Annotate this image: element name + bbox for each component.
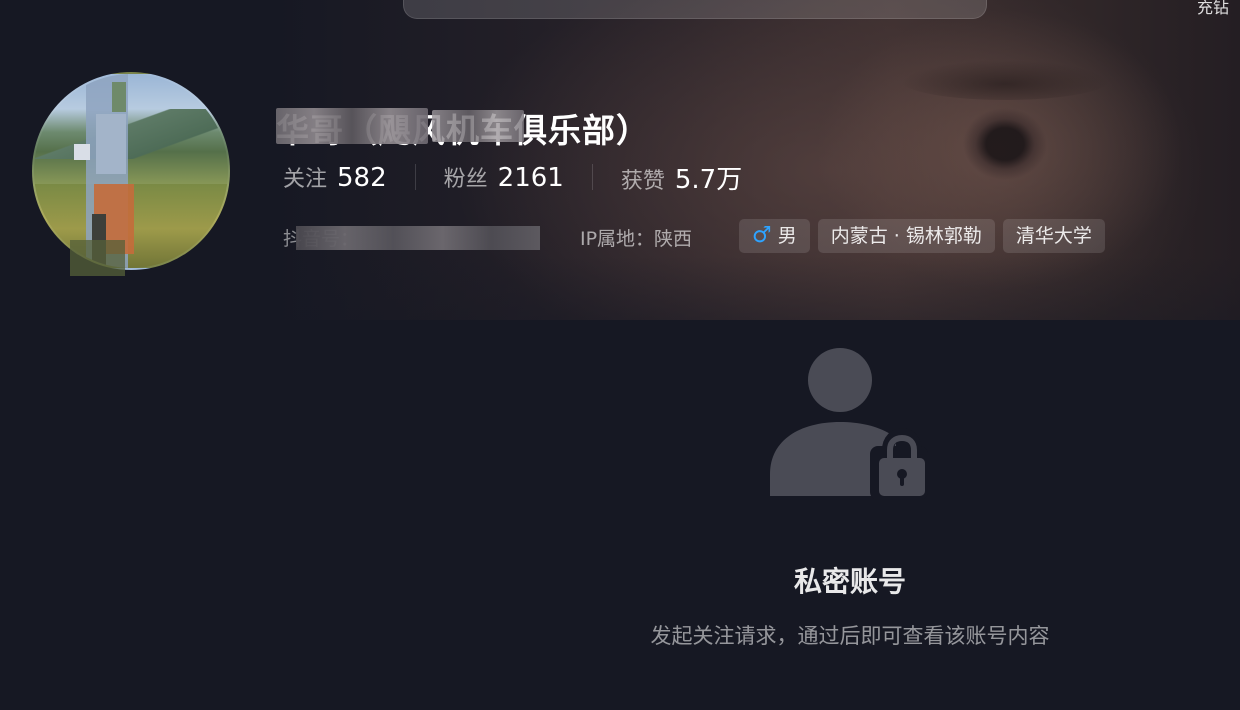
tag-location: 内蒙古 · 锡林郭勒	[817, 219, 995, 253]
private-account-title: 私密账号	[793, 565, 906, 598]
stat-value: 2161	[497, 163, 564, 193]
stat-label: 获赞	[620, 168, 665, 194]
recharge-link[interactable]: 充钻	[1197, 0, 1229, 18]
stat-label: 粉丝	[443, 167, 488, 192]
douyin-id-mosaic	[296, 226, 540, 250]
avatar-mosaic	[70, 240, 125, 276]
tag-school: 清华大学	[1002, 219, 1105, 253]
tag-label: 内蒙古 · 锡林郭勒	[830, 225, 982, 247]
private-account-description: 发起关注请求，通过后即可查看该账号内容	[650, 624, 1050, 648]
stat-value: 5.7万	[674, 164, 743, 195]
nickname-mosaic	[276, 108, 428, 144]
tag-label: 男	[777, 225, 797, 247]
male-icon: ♂	[752, 223, 772, 248]
stat-following[interactable]: 关注 582	[283, 161, 387, 193]
search-input[interactable]	[403, 0, 987, 19]
stat-likes: 获赞 5.7万	[621, 159, 742, 196]
profile-tags: ♂ 男 内蒙古 · 锡林郭勒 清华大学	[739, 219, 1105, 253]
private-lock-icon	[770, 348, 928, 500]
divider	[414, 164, 416, 190]
profile-page: 充钻 华哥（飓风机车俱乐部） 关注 582 粉丝 2161 获赞 5.7万 抖音…	[0, 0, 1240, 710]
tag-gender: ♂ 男	[739, 219, 810, 253]
avatar[interactable]	[32, 72, 230, 270]
profile-stats: 关注 582 粉丝 2161 获赞 5.7万	[283, 159, 742, 196]
stat-label: 关注	[283, 167, 328, 192]
stat-value: 582	[337, 163, 387, 193]
nickname-mosaic	[432, 110, 524, 142]
stat-followers[interactable]: 粉丝 2161	[444, 161, 564, 193]
ip-location: IP属地：陕西	[580, 228, 693, 250]
tag-label: 清华大学	[1015, 225, 1092, 247]
divider	[591, 164, 593, 190]
